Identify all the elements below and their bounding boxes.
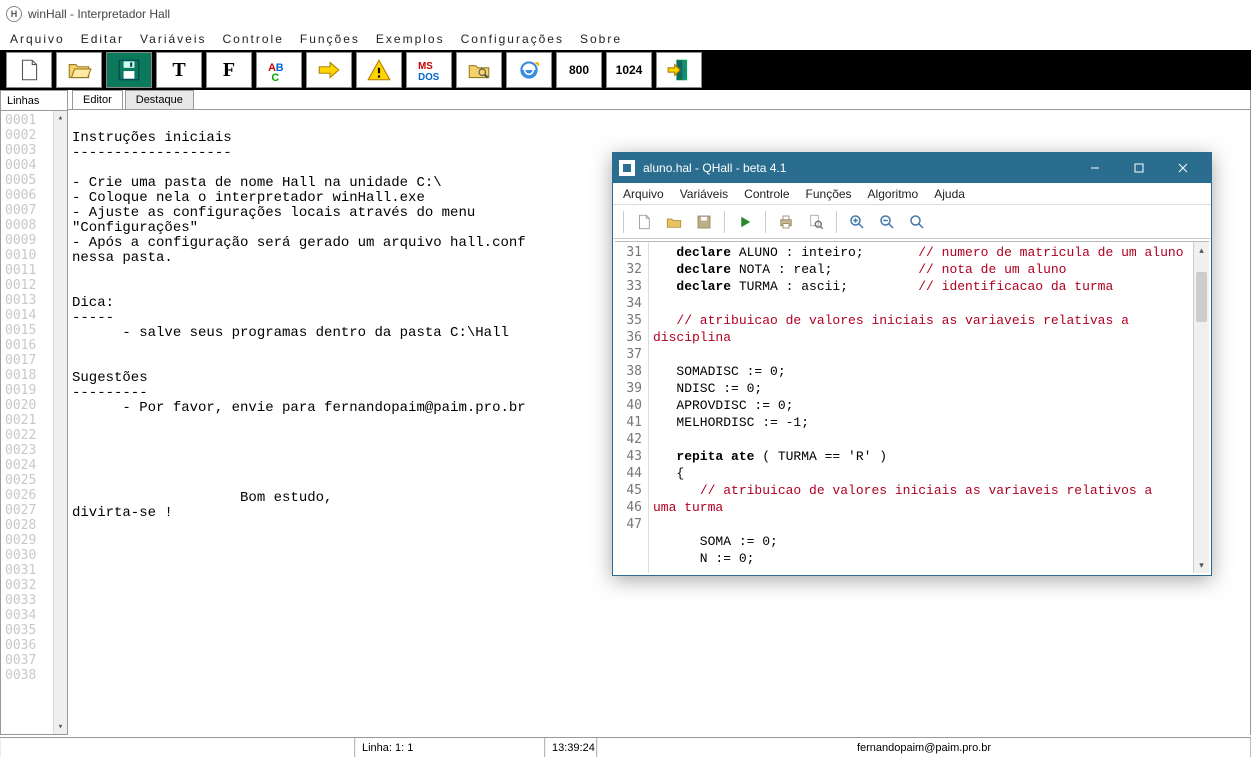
scroll-down-icon[interactable]: ▾ (1194, 557, 1209, 573)
qhall-window[interactable]: aluno.hal - QHall - beta 4.1 Arquivo Var… (612, 152, 1212, 576)
maximize-button[interactable] (1117, 153, 1161, 183)
editor-tabs: Editor Destaque (68, 90, 1250, 110)
printer-icon (777, 213, 795, 231)
qhall-scrollbar[interactable]: ▴ ▾ (1193, 242, 1209, 573)
maximize-icon (1134, 163, 1144, 173)
scroll-up-icon[interactable]: ▴ (54, 111, 67, 125)
open-folder-icon (665, 213, 683, 231)
res-1024-button[interactable]: 1024 (606, 52, 652, 88)
warning-button[interactable] (356, 52, 402, 88)
spellcheck-icon: ABC (266, 57, 292, 83)
scroll-down-icon[interactable]: ▾ (54, 720, 67, 734)
qhall-code-editor[interactable]: declare ALUNO : inteiro; // numero de ma… (649, 242, 1193, 573)
minimize-button[interactable] (1073, 153, 1117, 183)
q-open-button[interactable] (660, 209, 688, 235)
svg-text:C: C (271, 72, 279, 83)
line-number-panel: Linhas 000100020003000400050006000700080… (0, 90, 68, 735)
menu-funcoes[interactable]: Funções (300, 32, 360, 46)
menu-editar[interactable]: Editar (81, 32, 124, 46)
new-file-icon (635, 213, 653, 231)
qhall-title: aluno.hal - QHall - beta 4.1 (643, 161, 786, 175)
new-file-button[interactable] (6, 52, 52, 88)
main-toolbar: T F ABC MSDOS 800 1024 (0, 50, 1251, 90)
menu-configuracoes[interactable]: Configurações (461, 32, 564, 46)
close-button[interactable] (1161, 153, 1205, 183)
qmenu-arquivo[interactable]: Arquivo (623, 187, 664, 201)
line-gutter: 0001000200030004000500060007000800090010… (1, 111, 67, 734)
zoom-out-icon (878, 213, 896, 231)
linhas-tab[interactable]: Linhas (1, 91, 67, 111)
qmenu-algoritmo[interactable]: Algoritmo (868, 187, 919, 201)
menu-controle[interactable]: Controle (223, 32, 284, 46)
find-button[interactable] (456, 52, 502, 88)
status-cell-1 (0, 738, 355, 757)
qmenu-ajuda[interactable]: Ajuda (934, 187, 965, 201)
new-file-icon (16, 57, 42, 83)
qhall-toolbar (613, 205, 1211, 239)
open-folder-icon (66, 57, 92, 83)
exit-button[interactable] (656, 52, 702, 88)
status-bar: Linha: 1: 1 13:39:24 fernandopaim@paim.p… (0, 737, 1251, 757)
floppy-disk-icon (695, 213, 713, 231)
qmenu-controle[interactable]: Controle (744, 187, 789, 201)
minimize-icon (1090, 163, 1100, 173)
msdos-button[interactable]: MSDOS (406, 52, 452, 88)
q-zoom-in-button[interactable] (843, 209, 871, 235)
folder-search-icon (466, 57, 492, 83)
spellcheck-button[interactable]: ABC (256, 52, 302, 88)
magnifier-icon (908, 213, 926, 231)
play-icon (736, 213, 754, 231)
status-hora: 13:39:24 (545, 738, 597, 757)
app-logo-icon: H (6, 6, 22, 22)
q-save-button[interactable] (690, 209, 718, 235)
q-new-button[interactable] (630, 209, 658, 235)
qhall-gutter: 3132333435363738394041424344454647 (615, 242, 649, 573)
text-f-button[interactable]: F (206, 52, 252, 88)
close-icon (1178, 163, 1188, 173)
q-run-button[interactable] (731, 209, 759, 235)
q-zoom-reset-button[interactable] (903, 209, 931, 235)
page-magnify-icon (807, 213, 825, 231)
menu-exemplos[interactable]: Exemplos (376, 32, 445, 46)
main-titlebar: H winHall - Interpretador Hall (0, 0, 1251, 28)
qhall-menubar: Arquivo Variáveis Controle Funções Algor… (613, 183, 1211, 205)
internet-explorer-icon (516, 57, 542, 83)
menu-variaveis[interactable]: Variáveis (140, 32, 206, 46)
svg-text:DOS: DOS (418, 72, 440, 83)
warning-icon (366, 57, 392, 83)
open-file-button[interactable] (56, 52, 102, 88)
right-arrow-icon (316, 57, 342, 83)
tab-editor[interactable]: Editor (72, 90, 123, 109)
main-menubar: Arquivo Editar Variáveis Controle Funçõe… (0, 28, 1251, 50)
floppy-disk-icon (116, 57, 142, 83)
res-800-button[interactable]: 800 (556, 52, 602, 88)
status-linha: Linha: 1: 1 (355, 738, 545, 757)
tab-destaque[interactable]: Destaque (125, 90, 194, 109)
text-t-button[interactable]: T (156, 52, 202, 88)
q-print-button[interactable] (772, 209, 800, 235)
scrollbar-thumb[interactable] (1196, 272, 1207, 322)
save-button[interactable] (106, 52, 152, 88)
scroll-up-icon[interactable]: ▴ (1194, 242, 1209, 258)
qhall-code-area: 3132333435363738394041424344454647 decla… (615, 241, 1209, 573)
q-zoom-out-button[interactable] (873, 209, 901, 235)
status-email: fernandopaim@paim.pro.br (597, 738, 1251, 757)
qhall-titlebar[interactable]: aluno.hal - QHall - beta 4.1 (613, 153, 1211, 183)
gutter-scrollbar[interactable]: ▴ ▾ (53, 111, 67, 734)
menu-arquivo[interactable]: Arquivo (10, 32, 65, 46)
menu-sobre[interactable]: Sobre (580, 32, 622, 46)
qmenu-variaveis[interactable]: Variáveis (680, 187, 728, 201)
qmenu-funcoes[interactable]: Funções (806, 187, 852, 201)
qhall-app-icon (619, 160, 635, 176)
exit-door-icon (666, 57, 692, 83)
q-print-preview-button[interactable] (802, 209, 830, 235)
main-title: winHall - Interpretador Hall (28, 7, 170, 21)
svg-text:MS: MS (418, 61, 433, 72)
run-button[interactable] (306, 52, 352, 88)
msdos-icon: MSDOS (416, 57, 442, 83)
internet-button[interactable] (506, 52, 552, 88)
zoom-in-icon (848, 213, 866, 231)
